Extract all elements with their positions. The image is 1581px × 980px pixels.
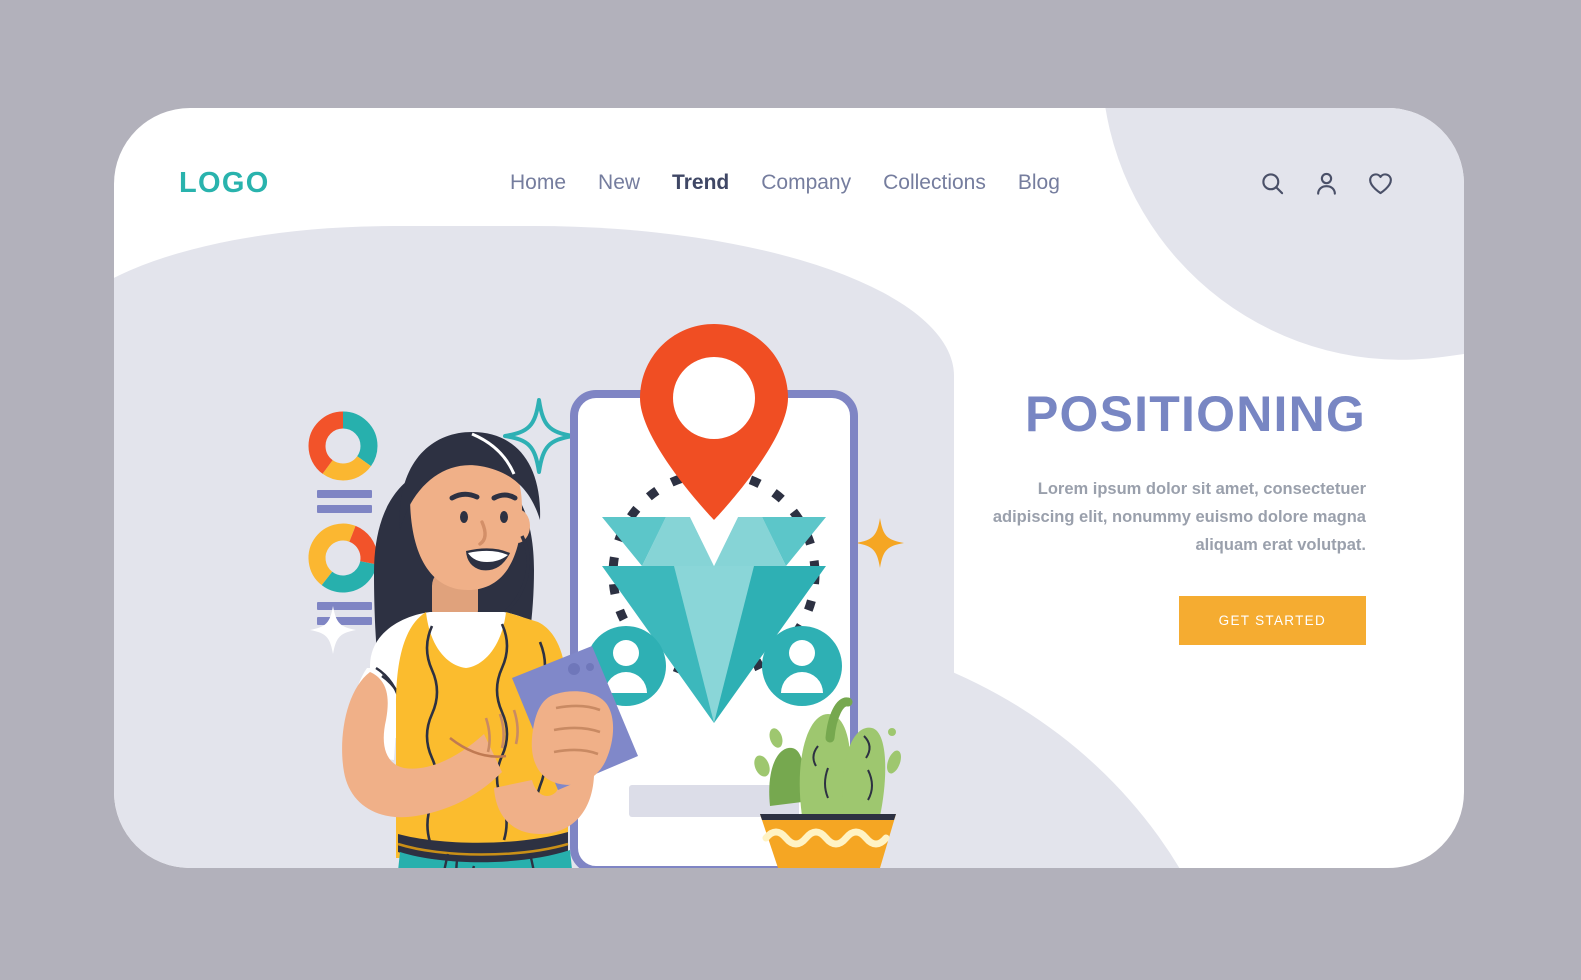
sparkle-amber-icon <box>856 518 904 568</box>
sparkle-white-icon <box>310 606 356 654</box>
user-icon[interactable] <box>1313 170 1340 197</box>
nav-item-home[interactable]: Home <box>510 171 566 195</box>
site-logo[interactable]: LOGO <box>179 167 270 200</box>
landing-page-card: LOGO Home New Trend Company Collections … <box>114 108 1464 868</box>
nav-item-new[interactable]: New <box>598 171 640 195</box>
site-header: LOGO Home New Trend Company Collections … <box>114 108 1464 258</box>
hero-text-block: POSITIONING Lorem ipsum dolor sit amet, … <box>966 388 1366 645</box>
nav-item-company[interactable]: Company <box>761 171 851 195</box>
nav-item-collections[interactable]: Collections <box>883 171 986 195</box>
donut-chart-top <box>308 411 378 481</box>
main-navigation: Home New Trend Company Collections Blog <box>510 171 1060 195</box>
heart-icon[interactable] <box>1367 170 1394 197</box>
get-started-button[interactable]: GET STARTED <box>1178 595 1366 645</box>
bar-indicators-bottom <box>317 602 372 625</box>
page-title: POSITIONING <box>1024 386 1366 442</box>
header-icon-group <box>1259 170 1394 197</box>
nav-item-blog[interactable]: Blog <box>1018 171 1060 195</box>
user-avatar-right <box>762 626 842 706</box>
bar-indicators-top <box>317 490 372 513</box>
nav-item-trend[interactable]: Trend <box>672 171 729 195</box>
positioning-illustration <box>204 268 904 868</box>
donut-chart-bottom <box>308 523 378 593</box>
search-icon[interactable] <box>1259 170 1286 197</box>
hero-subtitle: Lorem ipsum dolor sit amet, consectetuer… <box>992 479 1366 555</box>
